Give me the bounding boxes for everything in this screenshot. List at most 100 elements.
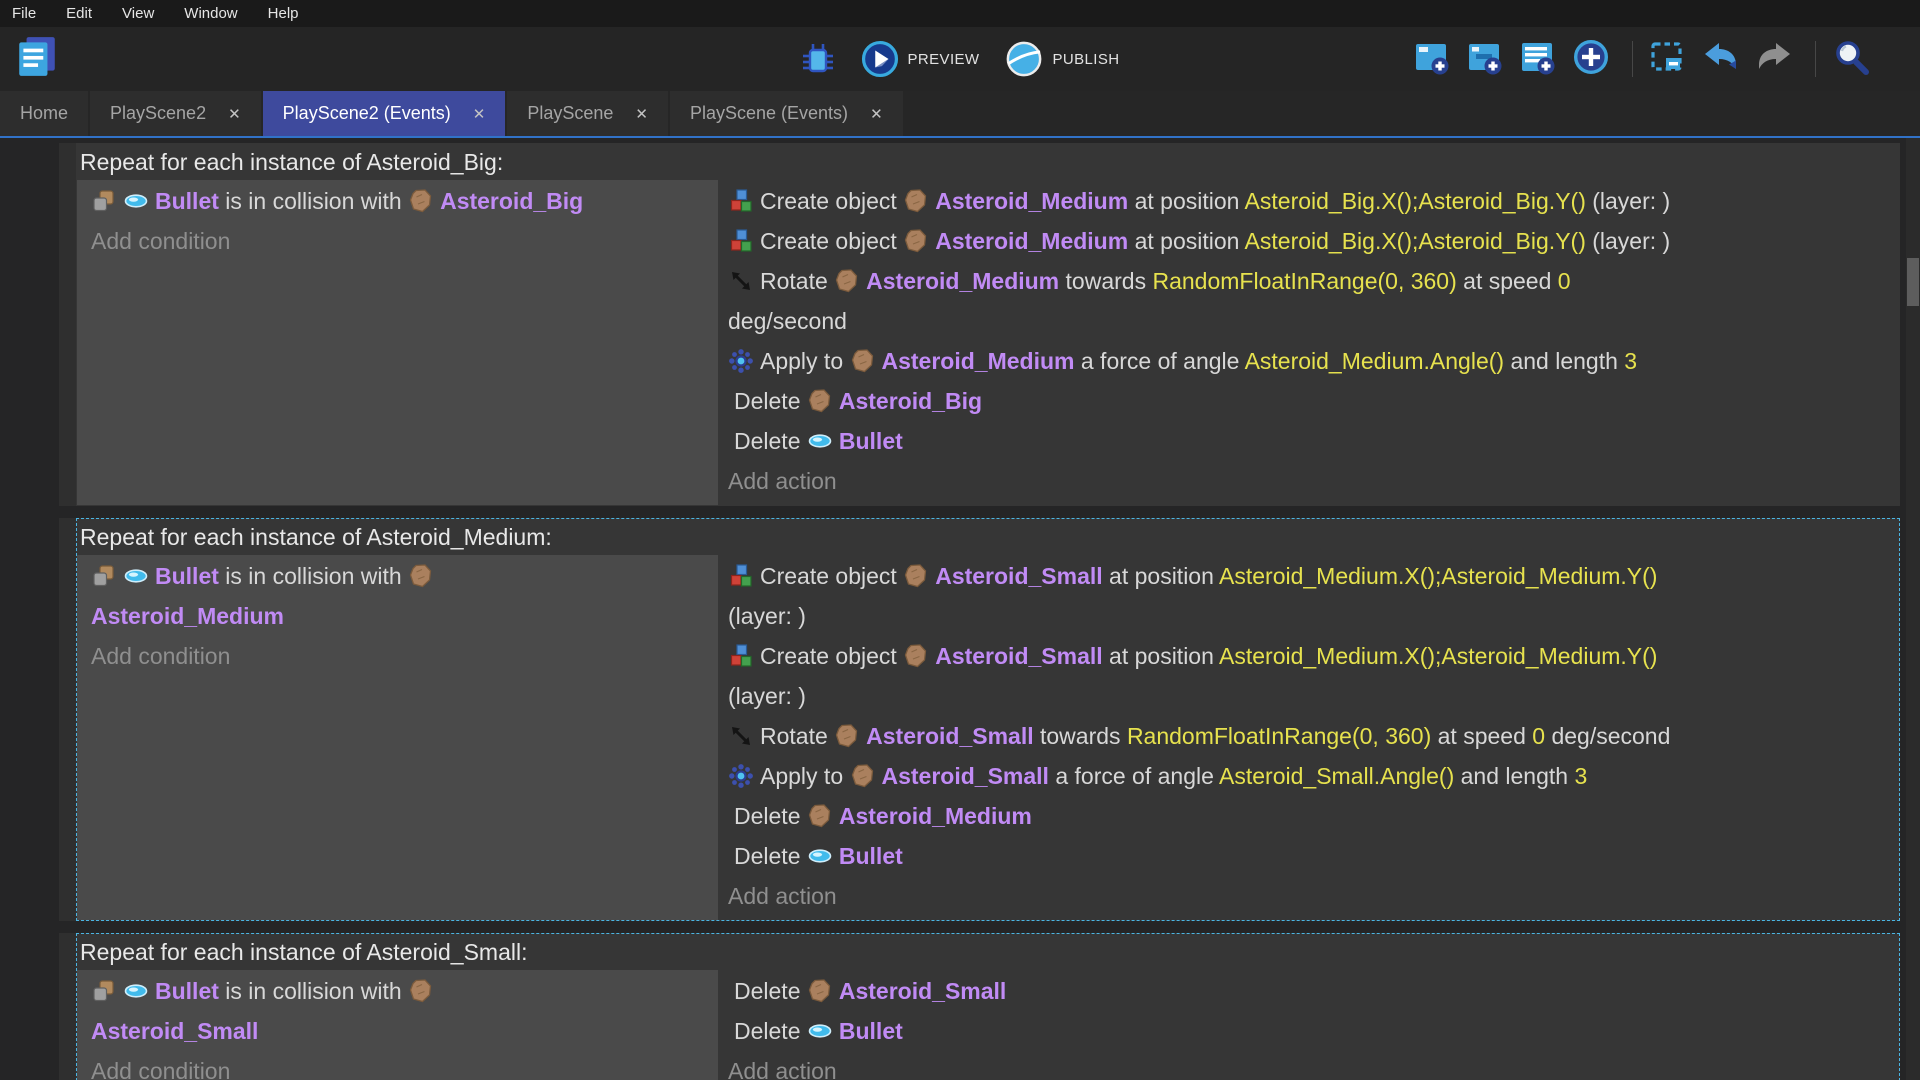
- add-condition-button[interactable]: Add condition: [91, 636, 712, 676]
- event-header[interactable]: Repeat for each instance of Asteroid_Big…: [77, 144, 1899, 180]
- collision-icon: [91, 563, 117, 589]
- add-condition-button[interactable]: Add condition: [91, 1051, 712, 1080]
- action-line[interactable]: Create object Asteroid_Small at position…: [728, 636, 1893, 676]
- instruction-text: Delete: [734, 843, 807, 869]
- expression: 0: [1557, 268, 1571, 294]
- add-action-button[interactable]: Add action: [728, 876, 1893, 916]
- instruction-text: Create object: [760, 563, 904, 589]
- add-subevent-button[interactable]: [1466, 42, 1510, 76]
- action-line[interactable]: Create object Asteroid_Medium at positio…: [728, 181, 1893, 221]
- instruction-text: at speed: [1456, 268, 1558, 294]
- add-event-button[interactable]: [1413, 42, 1457, 76]
- action-line[interactable]: Delete Asteroid_Medium: [728, 796, 1893, 836]
- create-icon: [728, 643, 754, 669]
- event-block[interactable]: Repeat for each instance of Asteroid_Big…: [59, 143, 1900, 506]
- action-line[interactable]: Delete Bullet: [728, 421, 1893, 461]
- actions-panel: Create object Asteroid_Small at position…: [718, 555, 1899, 920]
- condition-line[interactable]: Bullet is in collision with: [91, 556, 712, 596]
- asteroid-icon: [850, 348, 876, 374]
- redo-button[interactable]: [1755, 42, 1799, 76]
- object-name: Asteroid_Small: [838, 978, 1007, 1004]
- add-action-button[interactable]: Add action: [728, 461, 1893, 501]
- add-comment-button[interactable]: [1519, 42, 1563, 76]
- action-line[interactable]: (layer: ): [728, 596, 1893, 636]
- instruction-text: towards: [1059, 268, 1153, 294]
- bullet-icon: [123, 978, 149, 1004]
- globe-icon: [1005, 40, 1043, 78]
- expression: RandomFloatInRange(0, 360): [1126, 723, 1432, 749]
- object-name: Asteroid_Medium: [91, 603, 284, 629]
- action-line[interactable]: Create object Asteroid_Medium at positio…: [728, 221, 1893, 261]
- tab-playscene-events[interactable]: PlayScene (Events) ✕: [669, 91, 903, 136]
- event-gutter[interactable]: [59, 518, 76, 921]
- add-condition-button[interactable]: Add condition: [91, 221, 712, 261]
- add-circle-button[interactable]: [1572, 39, 1616, 76]
- menu-item-file[interactable]: File: [12, 5, 36, 22]
- condition-line[interactable]: Bullet is in collision with Asteroid_Big: [91, 181, 712, 221]
- debug-icon[interactable]: [801, 42, 835, 76]
- search-button[interactable]: [1832, 41, 1876, 76]
- instruction-text: Delete: [734, 428, 807, 454]
- tab-close-icon[interactable]: ✕: [635, 105, 648, 123]
- action-line[interactable]: deg/second: [728, 301, 1893, 341]
- condition-line[interactable]: Bullet is in collision with: [91, 971, 712, 1011]
- tab-playscene[interactable]: PlayScene ✕: [507, 91, 668, 136]
- add-action-button[interactable]: Add action: [728, 1051, 1893, 1080]
- event-block[interactable]: Repeat for each instance of Asteroid_Sma…: [59, 933, 1900, 1080]
- event-content: Repeat for each instance of Asteroid_Sma…: [76, 933, 1900, 1080]
- instruction-text: Delete: [734, 978, 807, 1004]
- object-name: Asteroid_Small: [881, 763, 1049, 789]
- event-block[interactable]: Repeat for each instance of Asteroid_Med…: [59, 518, 1900, 921]
- action-line[interactable]: Delete Asteroid_Big: [728, 381, 1893, 421]
- instruction-text: towards: [1033, 723, 1127, 749]
- condition-line[interactable]: Asteroid_Small: [91, 1011, 712, 1051]
- menu-item-window[interactable]: Window: [184, 5, 237, 22]
- tab-close-icon[interactable]: ✕: [870, 105, 883, 123]
- asteroid-icon: [903, 188, 929, 214]
- tab-close-icon[interactable]: ✕: [473, 105, 486, 123]
- tab-label: Home: [20, 103, 69, 123]
- menu-item-view[interactable]: View: [122, 5, 154, 22]
- scrollbar-track[interactable]: [1906, 138, 1920, 1080]
- tab-home[interactable]: Home: [0, 91, 89, 136]
- condition-line[interactable]: Asteroid_Medium: [91, 596, 712, 636]
- event-header[interactable]: Repeat for each instance of Asteroid_Sma…: [77, 934, 1899, 970]
- bullet-icon: [807, 1018, 833, 1044]
- event-header[interactable]: Repeat for each instance of Asteroid_Med…: [77, 519, 1899, 555]
- add-subevent-icon: [1466, 38, 1504, 76]
- scrollbar-thumb[interactable]: [1907, 258, 1919, 306]
- instruction-text: at position: [1128, 188, 1245, 214]
- action-line[interactable]: Delete Bullet: [728, 1011, 1893, 1051]
- instruction-text: (layer: ): [728, 683, 806, 709]
- preview-button[interactable]: PREVIEW: [861, 40, 980, 78]
- action-line[interactable]: Delete Bullet: [728, 836, 1893, 876]
- tab-close-icon[interactable]: ✕: [228, 105, 241, 123]
- asteroid-icon: [834, 268, 860, 294]
- action-line[interactable]: Rotate Asteroid_Small towards RandomFloa…: [728, 716, 1893, 756]
- expression: Asteroid_Big.X();Asteroid_Big.Y(): [1244, 228, 1586, 254]
- search-icon: [1832, 38, 1870, 76]
- action-line[interactable]: Apply to Asteroid_Small a force of angle…: [728, 756, 1893, 796]
- expression: 3: [1624, 348, 1638, 374]
- event-body: Bullet is in collision with Asteroid_Sma…: [77, 970, 1899, 1080]
- menu-item-help[interactable]: Help: [268, 5, 299, 22]
- action-line[interactable]: Create object Asteroid_Small at position…: [728, 556, 1893, 596]
- undo-icon: [1702, 38, 1740, 76]
- event-gutter[interactable]: [59, 933, 76, 1080]
- tab-playscene2[interactable]: PlayScene2 ✕: [90, 91, 261, 136]
- action-line[interactable]: Rotate Asteroid_Medium towards RandomFlo…: [728, 261, 1893, 301]
- object-name: Asteroid_Small: [935, 643, 1103, 669]
- action-line[interactable]: (layer: ): [728, 676, 1893, 716]
- undo-button[interactable]: [1702, 42, 1746, 76]
- actions-panel: Delete Asteroid_Small Delete Bullet Add ac…: [718, 970, 1899, 1080]
- menu-item-edit[interactable]: Edit: [66, 5, 92, 22]
- remove-selection-button[interactable]: [1649, 42, 1693, 76]
- instruction-text: Rotate: [760, 723, 835, 749]
- event-gutter[interactable]: [59, 143, 76, 506]
- action-line[interactable]: Apply to Asteroid_Medium a force of angl…: [728, 341, 1893, 381]
- tab-playscene2-events[interactable]: PlayScene2 (Events) ✕: [262, 91, 506, 136]
- asteroid-icon: [807, 388, 833, 414]
- instruction-text: Apply to: [760, 348, 850, 374]
- action-line[interactable]: Delete Asteroid_Small: [728, 971, 1893, 1011]
- publish-button[interactable]: PUBLISH: [1005, 40, 1119, 78]
